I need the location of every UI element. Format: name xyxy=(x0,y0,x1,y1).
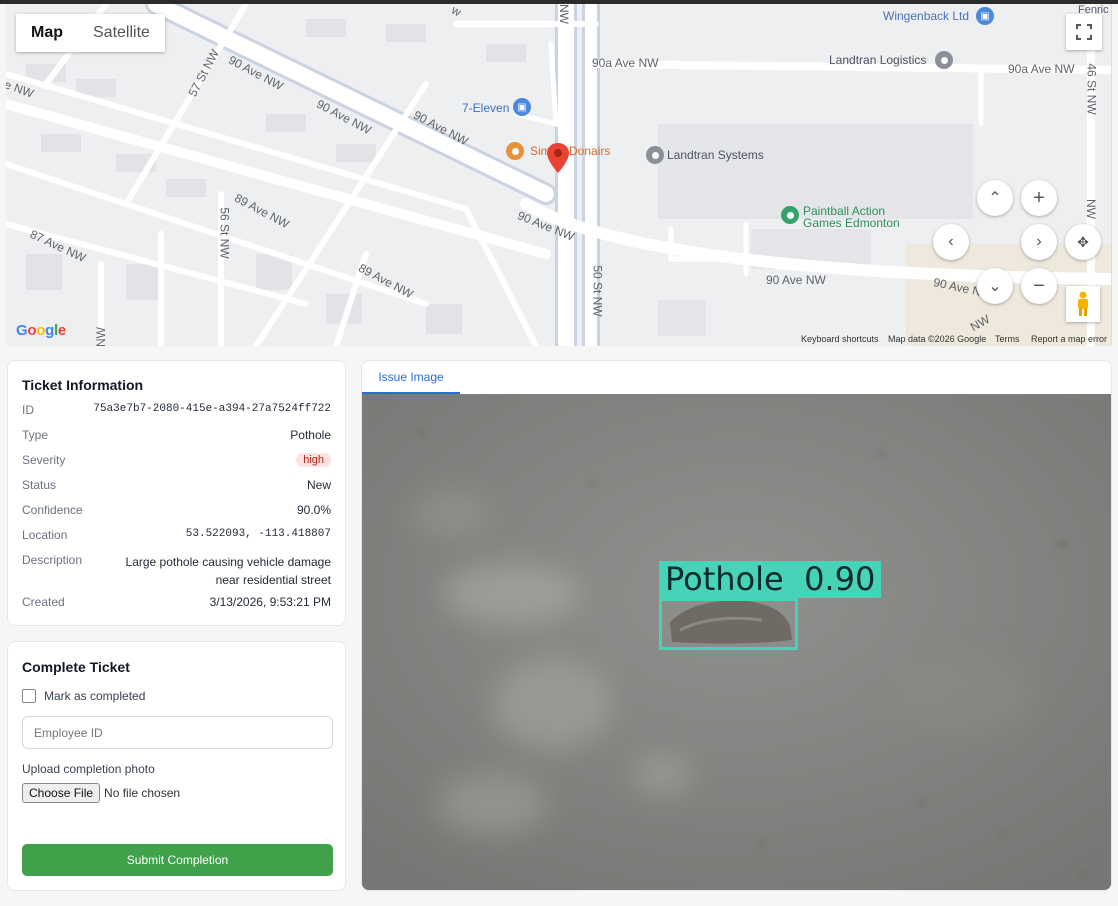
street-nw-right: NW xyxy=(1084,199,1098,219)
no-file-text: No file chosen xyxy=(104,786,181,800)
street-46-st: 46 St NW xyxy=(1084,63,1099,115)
field-created: Created 3/13/2026, 9:53:21 PM xyxy=(22,595,331,609)
field-value: Pothole xyxy=(290,428,331,442)
field-location: Location 53.522093, -113.418807 xyxy=(22,528,331,542)
field-label: Status xyxy=(22,478,57,492)
pan-left-button[interactable]: ‹ xyxy=(933,224,969,260)
street-nw-top: NW xyxy=(557,4,571,24)
map-type-control: Map Satellite xyxy=(16,14,165,52)
field-value: 3/13/2026, 9:53:21 PM xyxy=(209,595,331,609)
choose-file-button[interactable]: Choose File xyxy=(22,783,101,803)
paintball-pin-icon xyxy=(781,206,799,224)
street-nw-bottom: NW xyxy=(94,327,108,346)
place-landtran-logistics: Landtran Logistics xyxy=(829,53,927,67)
place-simply-donairs-b: Donairs xyxy=(569,144,611,158)
terms-link[interactable]: Terms xyxy=(995,334,1020,344)
map-view[interactable]: Wingenback Ltd ▣ Fenric Landtran Logisti… xyxy=(6,4,1112,346)
street-view-pegman[interactable] xyxy=(1066,286,1100,322)
field-label: Created xyxy=(22,595,65,609)
complete-ticket-card: Complete Ticket Mark as completed Upload… xyxy=(7,641,346,891)
landtran-logistics-pin-icon xyxy=(935,51,953,69)
submit-completion-button[interactable]: Submit Completion xyxy=(22,844,333,876)
ticket-title: Ticket Information xyxy=(22,377,144,393)
field-label: ID xyxy=(22,403,34,417)
field-label: Description xyxy=(22,553,83,567)
detection-label: Pothole 0.90 xyxy=(659,561,882,598)
mark-completed-label: Mark as completed xyxy=(44,689,146,703)
keyboard-shortcuts-link[interactable]: Keyboard shortcuts xyxy=(801,334,879,344)
google-logo: Google xyxy=(16,322,66,339)
field-confidence: Confidence 90.0% xyxy=(22,503,331,517)
field-description: Description Large pothole causing vehicl… xyxy=(22,553,331,589)
field-severity: Severity high xyxy=(22,453,331,467)
employee-id-input[interactable] xyxy=(22,716,333,749)
mark-completed-row: Mark as completed xyxy=(22,689,145,703)
zoom-out-button[interactable]: − xyxy=(1021,268,1057,304)
report-map-error-link[interactable]: Report a map error xyxy=(1031,334,1107,344)
landtran-systems-pin-icon xyxy=(646,146,664,164)
map-data-attribution: Map data ©2026 Google xyxy=(888,334,987,344)
wingenback-pin-icon: ▣ xyxy=(976,7,994,25)
mark-completed-checkbox[interactable] xyxy=(22,689,36,703)
field-value: 75a3e7b7-2080-415e-a394-27a7524ff722 xyxy=(93,403,331,415)
file-upload-control: Choose File No file chosen xyxy=(22,783,180,803)
field-status: Status New xyxy=(22,478,331,492)
upload-label: Upload completion photo xyxy=(22,762,155,776)
pan-up-button[interactable]: ⌃ xyxy=(977,180,1013,216)
street-90a-top-right: 90a Ave NW xyxy=(1008,62,1075,76)
field-label: Location xyxy=(22,528,68,542)
field-type: Type Pothole xyxy=(22,428,331,442)
tab-issue-image[interactable]: Issue Image xyxy=(362,361,460,394)
severity-badge: high xyxy=(296,453,331,467)
map-type-satellite[interactable]: Satellite xyxy=(78,14,165,52)
field-label: Type xyxy=(22,428,49,442)
place-paintball-2: Games Edmonton xyxy=(803,216,900,230)
place-7-eleven: 7-Eleven xyxy=(462,101,510,115)
ticket-information-card: Ticket Information ID 75a3e7b7-2080-415e… xyxy=(7,360,346,626)
street-56-st: 56 St NW xyxy=(217,207,232,259)
field-value: 90.0% xyxy=(296,503,331,517)
field-value: 53.522093, -113.418807 xyxy=(185,528,331,540)
map-type-map[interactable]: Map xyxy=(16,14,78,52)
field-value: Large pothole causing vehicle damage nea… xyxy=(125,555,331,587)
recenter-button[interactable]: ✥ xyxy=(1065,224,1101,260)
food-pin-icon xyxy=(506,142,524,160)
street-90a-top: 90a Ave NW xyxy=(592,56,659,70)
pan-down-button[interactable]: ⌄ xyxy=(977,268,1013,304)
pegman-icon xyxy=(1078,291,1088,316)
fullscreen-icon xyxy=(1076,24,1092,40)
issue-image-card: Issue Image Pothole 0.90 xyxy=(361,360,1112,891)
app-root: Wingenback Ltd ▣ Fenric Landtran Logisti… xyxy=(0,0,1118,906)
field-id: ID 75a3e7b7-2080-415e-a394-27a7524ff722 xyxy=(22,403,331,417)
street-label-wingenback: Wingenback Ltd xyxy=(883,9,970,23)
zoom-in-button[interactable]: + xyxy=(1021,180,1057,216)
pan-right-button[interactable]: › xyxy=(1021,224,1057,260)
detection-box xyxy=(659,598,798,650)
issue-photo: Pothole 0.90 xyxy=(362,394,1111,890)
street-90-ave-5: 90 Ave NW xyxy=(766,273,826,287)
seven-eleven-pin-icon: ▣ xyxy=(513,98,531,116)
field-label: Severity xyxy=(22,453,66,467)
street-50-st: 50 St NW xyxy=(590,265,605,317)
fullscreen-button[interactable] xyxy=(1066,14,1102,50)
complete-title: Complete Ticket xyxy=(22,659,130,675)
field-label: Confidence xyxy=(22,503,83,517)
field-value: New xyxy=(306,478,331,492)
place-landtran-systems: Landtran Systems xyxy=(667,148,764,162)
location-marker-icon[interactable] xyxy=(547,142,569,174)
